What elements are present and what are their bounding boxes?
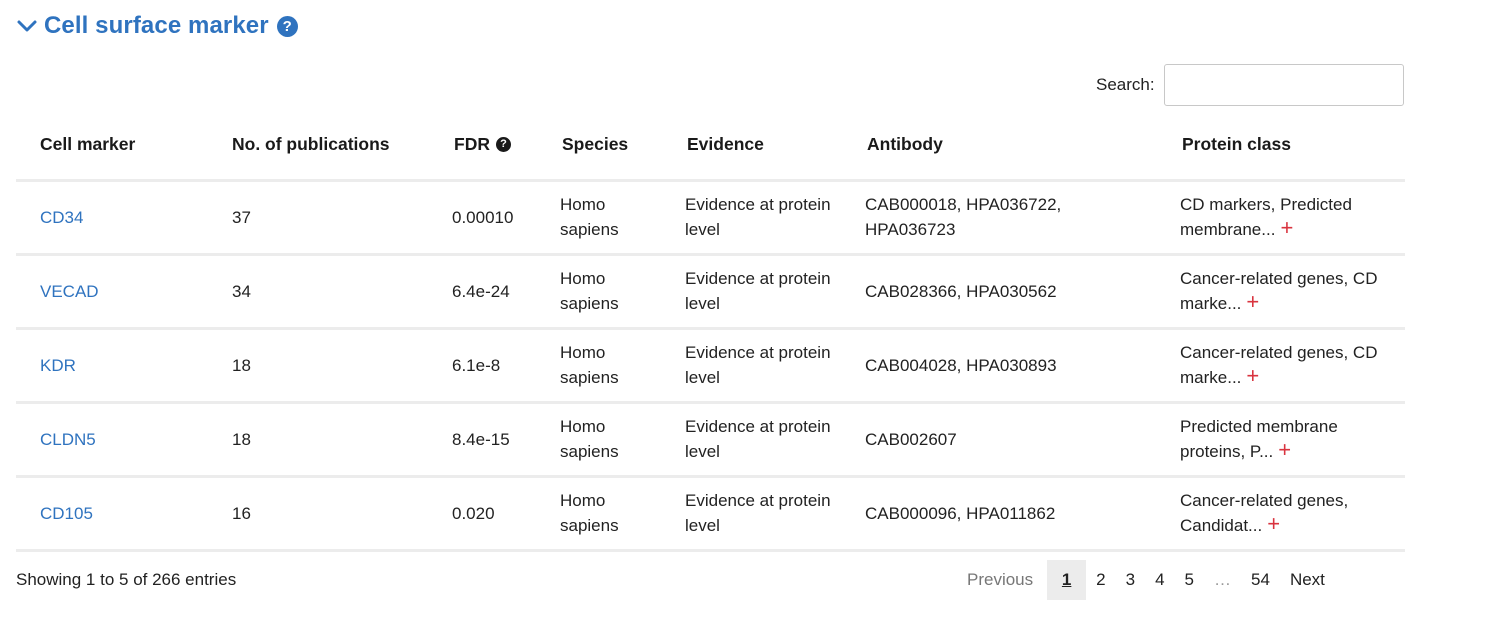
cell-marker-link[interactable]: VECAD: [40, 282, 99, 301]
protein-class-text: Cancer-related genes, Candidat...: [1180, 491, 1349, 535]
fdr-cell: 6.4e-24: [438, 254, 546, 330]
header-publications[interactable]: No. of publications: [216, 110, 438, 182]
evidence-cell: Evidence at protein level: [671, 328, 851, 404]
cell-marker-cell: KDR: [16, 328, 216, 404]
protein-class-text: Predicted membrane proteins, P...: [1180, 417, 1338, 461]
fdr-cell: 8.4e-15: [438, 402, 546, 478]
protein-class-cell: Cancer-related genes, Candidat... +: [1166, 476, 1405, 552]
cell-marker-table: Cell marker No. of publications FDR? Spe…: [16, 110, 1405, 552]
pagination: Previous 1 2 3 4 5 … 54 Next: [957, 560, 1335, 600]
protein-class-cell: CD markers, Predicted membrane... +: [1166, 180, 1405, 256]
table-header-row: Cell marker No. of publications FDR? Spe…: [16, 110, 1405, 182]
cell-marker-link[interactable]: KDR: [40, 356, 76, 375]
header-antibody[interactable]: Antibody: [851, 110, 1166, 182]
plus-icon[interactable]: +: [1280, 215, 1293, 240]
antibody-cell: CAB000018, HPA036722, HPA036723: [851, 180, 1166, 256]
evidence-cell: Evidence at protein level: [671, 254, 851, 330]
species-cell: Homo sapiens: [546, 180, 671, 256]
publications-cell: 37: [216, 180, 438, 256]
evidence-cell: Evidence at protein level: [671, 476, 851, 552]
header-fdr-label: FDR: [454, 133, 490, 154]
species-cell: Homo sapiens: [546, 328, 671, 404]
antibody-cell: CAB004028, HPA030893: [851, 328, 1166, 404]
antibody-cell: CAB002607: [851, 402, 1166, 478]
fdr-cell: 6.1e-8: [438, 328, 546, 404]
cell-marker-cell: VECAD: [16, 254, 216, 330]
protein-class-cell: Predicted membrane proteins, P... +: [1166, 402, 1405, 478]
help-icon[interactable]: ?: [276, 15, 298, 37]
table-row: CLDN5 18 8.4e-15 Homo sapiens Evidence at pr…: [16, 402, 1405, 478]
fdr-cell: 0.020: [438, 476, 546, 552]
cell-marker-cell: CD34: [16, 180, 216, 256]
fdr-cell: 0.00010: [438, 180, 546, 256]
search-input[interactable]: [1163, 64, 1404, 106]
fdr-help-icon[interactable]: ?: [495, 136, 511, 152]
plus-icon[interactable]: +: [1246, 289, 1259, 314]
plus-icon[interactable]: +: [1246, 363, 1259, 388]
header-cell-marker[interactable]: Cell marker: [16, 110, 216, 182]
antibody-cell: CAB000096, HPA011862: [851, 476, 1166, 552]
header-protein-class[interactable]: Protein class: [1166, 110, 1405, 182]
page-button-5[interactable]: 5: [1175, 560, 1204, 600]
publications-cell: 18: [216, 328, 438, 404]
chevron-down-icon[interactable]: [16, 15, 38, 37]
previous-button[interactable]: Previous: [957, 560, 1043, 600]
page-ellipsis: …: [1214, 570, 1232, 589]
page-button-2[interactable]: 2: [1086, 560, 1115, 600]
cell-marker-cell: CD105: [16, 476, 216, 552]
publications-cell: 34: [216, 254, 438, 330]
page-button-4[interactable]: 4: [1145, 560, 1174, 600]
protein-class-text: CD markers, Predicted membrane...: [1180, 195, 1352, 239]
search-bar: Search:: [1096, 64, 1404, 106]
publications-cell: 16: [216, 476, 438, 552]
page-button-3[interactable]: 3: [1116, 560, 1145, 600]
protein-class-text: Cancer-related genes, CD marke...: [1180, 343, 1378, 387]
cell-marker-link[interactable]: CD34: [40, 208, 83, 227]
table-row: VECAD 34 6.4e-24 Homo sapiens Evidence at pr…: [16, 254, 1405, 330]
table-row: CD34 37 0.00010 Homo sapiens Evidence at pro…: [16, 180, 1405, 256]
evidence-cell: Evidence at protein level: [671, 402, 851, 478]
protein-class-cell: Cancer-related genes, CD marke... +: [1166, 328, 1405, 404]
table-row: KDR 18 6.1e-8 Homo sapiens Evidence at prote…: [16, 328, 1405, 404]
plus-icon[interactable]: +: [1267, 511, 1280, 536]
search-label: Search:: [1096, 75, 1155, 94]
cell-marker-cell: CLDN5: [16, 402, 216, 478]
section-header: Cell surface marker ?: [16, 10, 298, 42]
publications-cell: 18: [216, 402, 438, 478]
page-button-54[interactable]: 54: [1241, 560, 1280, 600]
evidence-cell: Evidence at protein level: [671, 180, 851, 256]
cell-marker-link[interactable]: CD105: [40, 504, 93, 523]
species-cell: Homo sapiens: [546, 402, 671, 478]
table-row: CD105 16 0.020 Homo sapiens Evidence at prot…: [16, 476, 1405, 552]
protein-class-cell: Cancer-related genes, CD marke... +: [1166, 254, 1405, 330]
antibody-cell: CAB028366, HPA030562: [851, 254, 1166, 330]
species-cell: Homo sapiens: [546, 254, 671, 330]
header-species[interactable]: Species: [546, 110, 671, 182]
species-cell: Homo sapiens: [546, 476, 671, 552]
page-button-1[interactable]: 1: [1047, 560, 1087, 600]
header-fdr[interactable]: FDR?: [438, 110, 546, 182]
plus-icon[interactable]: +: [1278, 437, 1291, 462]
next-button[interactable]: Next: [1280, 560, 1335, 600]
section-title[interactable]: Cell surface marker: [44, 12, 269, 40]
header-evidence[interactable]: Evidence: [671, 110, 851, 182]
cell-marker-link[interactable]: CLDN5: [40, 430, 96, 449]
table-info: Showing 1 to 5 of 266 entries: [16, 570, 237, 589]
protein-class-text: Cancer-related genes, CD marke...: [1180, 269, 1378, 313]
